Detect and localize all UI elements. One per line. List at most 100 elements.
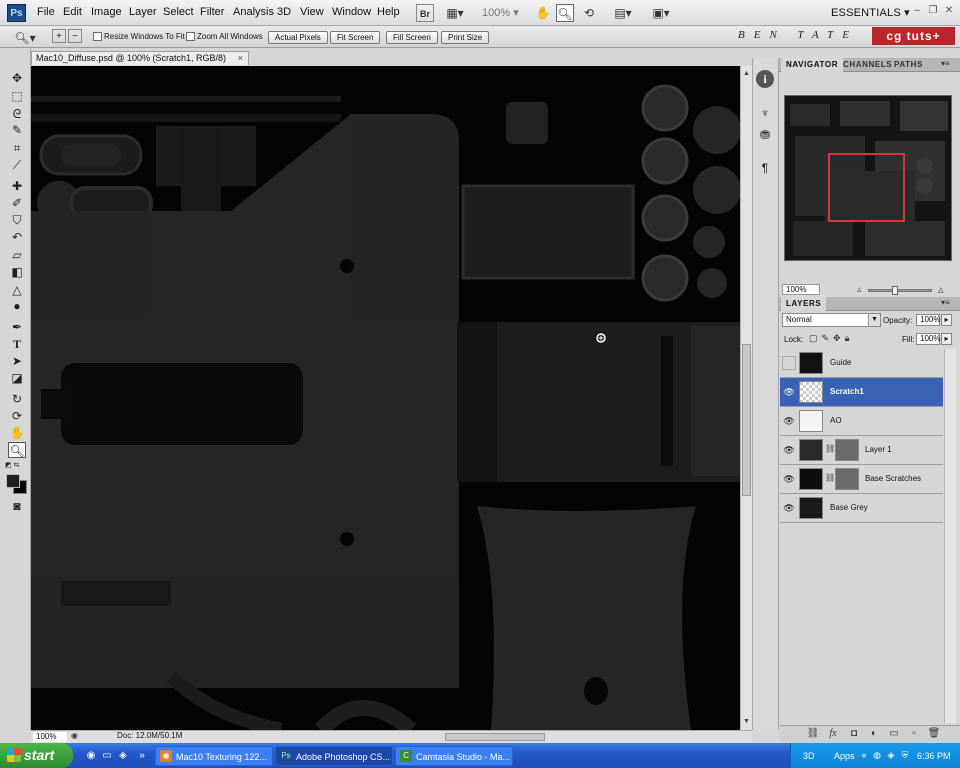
blend-mode-select[interactable]: Normal ▼ xyxy=(782,313,881,327)
scroll-down-icon[interactable]: ▼ xyxy=(742,718,751,726)
minimize-icon[interactable]: – xyxy=(911,5,923,17)
gradient-tool-icon[interactable]: ◧ xyxy=(8,264,26,280)
tray-network-icon[interactable]: ◍ xyxy=(871,749,883,761)
zoom-preset-icon[interactable]: 🔍︎▾ xyxy=(12,29,38,47)
clone-source-icon[interactable]: ⛃ xyxy=(755,126,775,144)
quicklaunch-app-icon[interactable]: ◈ xyxy=(116,749,130,763)
type-tool-icon[interactable]: T xyxy=(8,336,26,352)
link-icon[interactable]: ⛓ xyxy=(825,473,835,482)
document-tab[interactable]: Mac10_Diffuse.psd @ 100% (Scratch1, RGB/… xyxy=(31,51,249,65)
info-icon[interactable]: i xyxy=(756,70,774,88)
workspace-switcher[interactable]: ESSENTIALS ▾ xyxy=(831,6,910,19)
layers-scrollbar[interactable] xyxy=(944,349,956,723)
quicklaunch-desktop-icon[interactable]: ▭ xyxy=(100,749,114,763)
layer-row-base-grey[interactable]: 👁︎ Base Grey xyxy=(780,494,943,523)
screen-mode-icon[interactable]: ▣▾ xyxy=(648,4,674,22)
document-canvas[interactable] xyxy=(31,66,740,730)
zoom-tool-icon[interactable]: 🔍︎ xyxy=(556,4,574,22)
canvas-horizontal-scroll-thumb[interactable] xyxy=(445,733,545,741)
tray-security-icon[interactable]: ⛨ xyxy=(899,749,911,761)
actual-pixels-button[interactable]: Actual Pixels xyxy=(268,31,328,44)
tab-layers[interactable]: LAYERS xyxy=(781,297,827,311)
close-icon[interactable]: ✕ xyxy=(943,5,955,17)
tab-navigator[interactable]: NAVIGATOR xyxy=(781,58,844,72)
menu-layer[interactable]: Layer xyxy=(129,6,157,18)
new-layer-icon[interactable]: ▫ xyxy=(907,727,921,741)
layer-row-base-scratches[interactable]: 👁︎ ⛓ Base Scratches xyxy=(780,465,943,494)
tray-apps-label[interactable]: Apps xyxy=(834,751,855,761)
eye-icon[interactable]: 👁︎ xyxy=(782,472,796,486)
layer-style-icon[interactable]: fx xyxy=(826,727,840,741)
zoom-level-combo[interactable]: 100% ▾ xyxy=(482,6,519,19)
navigator-zoom-slider[interactable] xyxy=(868,286,932,295)
menu-edit[interactable]: Edit xyxy=(63,6,82,18)
menu-filter[interactable]: Filter xyxy=(200,6,224,18)
fit-screen-button[interactable]: Fit Screen xyxy=(330,31,381,44)
visibility-toggle-icon[interactable] xyxy=(782,356,796,370)
eye-icon[interactable]: 👁︎ xyxy=(782,443,796,457)
zoom-all-windows-checkbox[interactable] xyxy=(186,32,195,41)
menu-analysis[interactable]: Analysis xyxy=(233,6,274,18)
clone-stamp-tool-icon[interactable]: ⛉ xyxy=(8,212,26,228)
paragraph-icon[interactable]: ¶ xyxy=(755,159,775,177)
tray-3d-label[interactable]: 3D xyxy=(803,751,815,761)
pen-tool-icon[interactable]: ✒ xyxy=(8,319,26,335)
marquee-tool-icon[interactable]: ⬚ xyxy=(8,88,26,104)
navigator-zoom-field[interactable]: 100% xyxy=(782,284,820,295)
layer-row-layer-1[interactable]: 👁︎ ⛓ Layer 1 xyxy=(780,436,943,465)
document-zoom-field[interactable]: 100% xyxy=(33,732,67,742)
eraser-tool-icon[interactable]: ▱ xyxy=(8,247,26,263)
photoshop-logo-icon[interactable]: Ps xyxy=(7,4,26,22)
opacity-field[interactable]: 100% xyxy=(916,314,940,326)
navigator-view-box[interactable] xyxy=(828,153,905,222)
crop-tool-icon[interactable]: ⌗ xyxy=(8,140,26,156)
taskbar-item-firefox[interactable]: ◉ Mac10 Texturing 122... xyxy=(155,746,273,766)
scroll-up-icon[interactable]: ▲ xyxy=(742,70,751,78)
print-size-button[interactable]: Print Size xyxy=(441,31,490,44)
brush-tool-icon[interactable]: ✐ xyxy=(8,195,26,211)
brush-presets-icon[interactable]: ♆ xyxy=(755,104,775,122)
shape-tool-icon[interactable]: ◪ xyxy=(8,370,26,386)
rotate-view-icon[interactable]: ⟲ xyxy=(580,4,598,22)
menu-window[interactable]: Window xyxy=(332,6,371,18)
dodge-tool-icon[interactable]: ● xyxy=(8,298,26,314)
layer-mask-thumbnail[interactable] xyxy=(835,439,859,461)
quicklaunch-more-icon[interactable]: » xyxy=(135,749,149,763)
path-selection-tool-icon[interactable]: ➤ xyxy=(8,353,26,369)
blur-tool-icon[interactable]: △ xyxy=(8,282,26,298)
layer-row-ao[interactable]: 👁︎ AO xyxy=(780,407,943,436)
hand-tool-icon[interactable]: ✋ xyxy=(534,4,552,22)
foreground-color-swatch[interactable] xyxy=(6,474,20,488)
arrange-documents-icon[interactable]: ▤▾ xyxy=(610,4,636,22)
zoom-out-icon[interactable]: − xyxy=(68,29,82,43)
tray-volume-icon[interactable]: ◈ xyxy=(885,749,897,761)
canvas-vertical-scrollbar[interactable]: ▲ ▼ xyxy=(740,66,752,730)
hand-tool-icon[interactable]: ✋ xyxy=(8,425,26,441)
zoom-tool-icon[interactable]: 🔍︎ xyxy=(8,442,26,458)
menu-view[interactable]: View xyxy=(300,6,324,18)
layer-row-guide[interactable]: Guide xyxy=(780,349,943,378)
link-icon[interactable]: ⛓ xyxy=(825,444,835,453)
delete-layer-icon[interactable]: 🗑︎ xyxy=(927,727,941,741)
taskbar-item-photoshop[interactable]: Ps Adobe Photoshop CS... xyxy=(275,746,393,766)
restore-icon[interactable]: ❐ xyxy=(927,5,939,17)
navigator-zoom-in-icon[interactable]: ▵ xyxy=(938,283,944,296)
quicklaunch-browser-icon[interactable]: ◉ xyxy=(84,749,98,763)
3d-orbit-tool-icon[interactable]: ⟳ xyxy=(8,408,26,424)
navigator-zoom-out-icon[interactable]: ▵ xyxy=(857,284,862,295)
eye-icon[interactable]: 👁︎ xyxy=(782,501,796,515)
lasso-tool-icon[interactable]: ᘓ xyxy=(8,106,26,122)
new-group-icon[interactable]: ▭ xyxy=(887,727,901,741)
resize-windows-checkbox[interactable] xyxy=(93,32,102,41)
adjustment-layer-icon[interactable]: ◐ xyxy=(867,727,881,741)
canvas-vertical-scroll-thumb[interactable] xyxy=(742,344,751,496)
tray-expand-icon[interactable]: « xyxy=(858,749,870,761)
link-layers-icon[interactable]: ⛓ xyxy=(806,727,820,741)
menu-3d[interactable]: 3D xyxy=(277,6,291,18)
fill-arrow-icon[interactable]: ▸ xyxy=(941,333,952,345)
history-brush-tool-icon[interactable]: ↶ xyxy=(8,229,26,245)
fill-screen-button[interactable]: Fill Screen xyxy=(386,31,438,44)
default-colors-icon[interactable]: ◩ ⇆ xyxy=(5,461,19,469)
layers-menu-icon[interactable]: ▾≡ xyxy=(941,298,950,307)
3d-rotate-tool-icon[interactable]: ↻ xyxy=(8,391,26,407)
